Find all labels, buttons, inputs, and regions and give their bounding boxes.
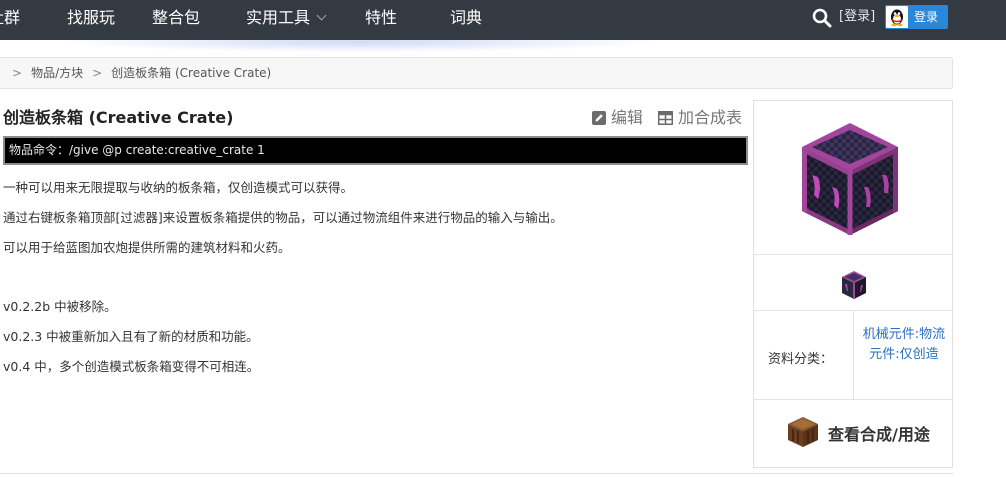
nav-item-tools-label: 实用工具 [246, 8, 311, 27]
version-note: v0.2.3 中被重新加入且有了新的材质和功能。 [3, 329, 259, 344]
infobox: 资料分类： 机械元件:物流元件:仅创造 查看合成/用途 [753, 100, 953, 468]
description-paragraph: 可以用于给蓝图加农炮提供所需的建筑材料和火药。 [3, 240, 291, 255]
page-title: 创造板条箱 (Creative Crate) [3, 108, 234, 127]
nav-item-dictionary[interactable]: 词典 [450, 0, 482, 40]
chevron-down-icon [316, 10, 327, 21]
search-icon[interactable] [812, 8, 832, 28]
item-command-bar[interactable]: 物品命令：/give @p create:creative_crate 1 [3, 136, 748, 165]
nav-item-features[interactable]: 特性 [365, 0, 397, 40]
description-paragraph: 一种可以用来无限提取与收纳的板条箱，仅创造模式可以获得。 [3, 180, 354, 195]
infobox-column-divider [853, 311, 854, 400]
content-bottom-divider [0, 473, 953, 474]
creative-crate-small-image [842, 271, 866, 299]
nav-item-find-server[interactable]: 找服玩 [67, 0, 115, 40]
edit-icon [592, 111, 606, 125]
breadcrumb-item-current: 创造板条箱 (Creative Crate) [111, 66, 272, 80]
login-link[interactable]: [登录] [839, 0, 875, 36]
top-nav: 社群 找服玩 整合包 实用工具 特性 词典 [登录] 登录 [0, 0, 1006, 40]
breadcrumb-separator: > [12, 66, 23, 80]
category-link[interactable]: 机械元件:物流元件:仅创造 [860, 325, 948, 365]
category-label: 资料分类： [768, 352, 834, 367]
nav-item-modpacks[interactable]: 整合包 [152, 0, 200, 40]
breadcrumb-separator: > [92, 66, 103, 80]
nav-glow [0, 40, 1006, 52]
description-paragraph: 通过右键板条箱顶部[过滤器]来设置板条箱提供的物品，可以通过物流组件来进行物品的… [3, 210, 563, 225]
edit-label: 编辑 [611, 108, 644, 127]
add-recipe-button[interactable]: 加合成表 [658, 104, 742, 128]
version-note: v0.4 中，多个创造模式板条箱变得不可相连。 [3, 359, 260, 374]
creative-crate-image [802, 123, 898, 235]
qq-login-label: 登录 [914, 10, 939, 24]
infobox-divider [754, 254, 952, 255]
qq-penguin-icon [886, 6, 908, 28]
nav-item-community[interactable]: 社群 [0, 0, 20, 40]
breadcrumb: > 物品/方块 > 创造板条箱 (Creative Crate) [0, 57, 953, 89]
crafting-table-icon [788, 417, 818, 447]
table-icon [658, 111, 673, 125]
breadcrumb-item-items-blocks[interactable]: 物品/方块 [31, 66, 83, 80]
version-note: v0.2.2b 中被移除。 [3, 299, 117, 314]
view-recipe-link[interactable]: 查看合成/用途 [828, 421, 930, 445]
nav-item-tools[interactable]: 实用工具 [246, 0, 327, 40]
infobox-divider [754, 399, 952, 400]
edit-button[interactable]: 编辑 [592, 104, 643, 128]
qq-login-button[interactable]: 登录 [885, 5, 948, 29]
add-recipe-label: 加合成表 [678, 108, 743, 127]
